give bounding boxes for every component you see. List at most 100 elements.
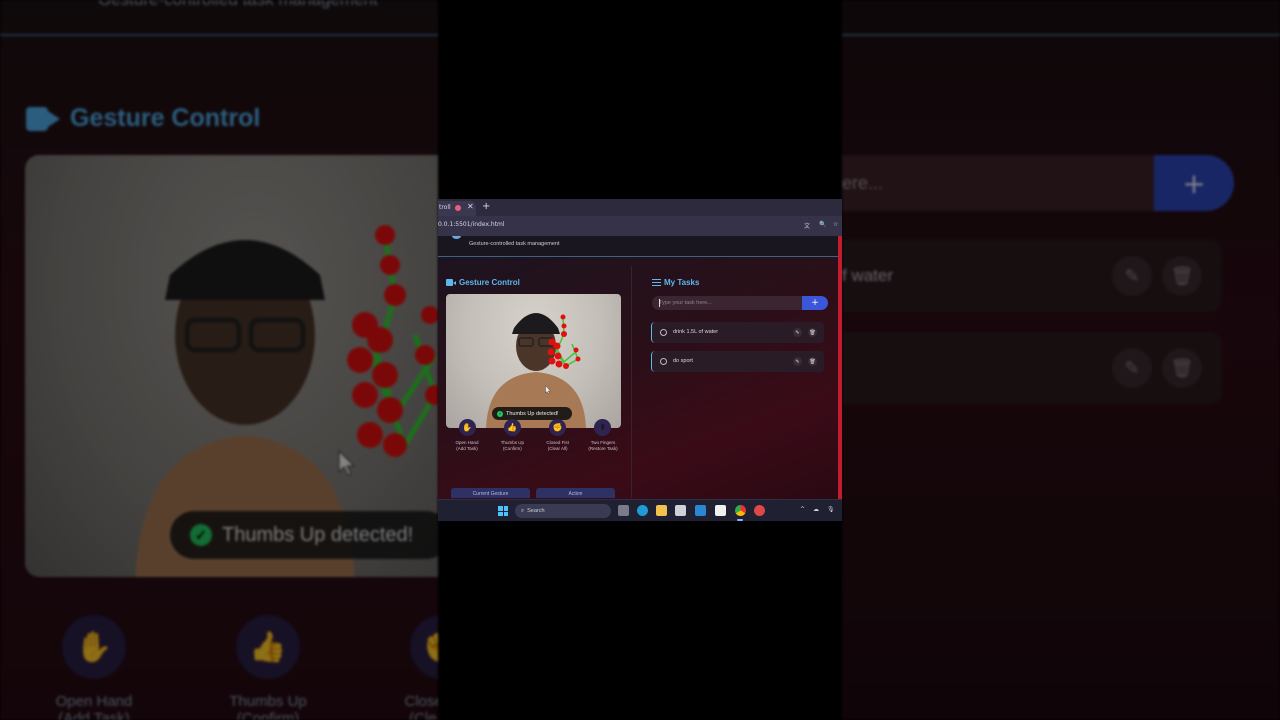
thumbs-up-icon: 👍 — [503, 419, 521, 436]
trash-icon[interactable]: 🗑 — [808, 357, 817, 366]
my-tasks-title-text: My Tasks — [664, 278, 700, 287]
action-panel: Action — [536, 488, 615, 498]
background-gesture-legend: ✋ Open Hand (Add Task) 👍 Thumbs Up (Conf… — [30, 615, 438, 720]
new-tab-button[interactable]: + — [482, 201, 490, 212]
tab-strip: troll ✕ + — [438, 199, 842, 216]
background-section-title: Gesture Control — [26, 104, 260, 133]
gesture-label: Open Hand (Add Task) — [455, 440, 478, 452]
browser-window: troll ✕ + 0.0.1:5501/index.html 文 🔍 ☆ Ge… — [438, 199, 842, 521]
gesture-label: Two Fingers (Restore Task) — [588, 440, 617, 452]
onedrive-cloud-icon[interactable]: ☁ — [813, 506, 819, 513]
task-input-placeholder: Type your task here... — [659, 300, 712, 306]
translate-icon[interactable]: 文 — [804, 221, 812, 230]
address-bar[interactable]: 0.0.1:5501/index.html 文 🔍 ☆ — [438, 216, 842, 236]
trash-icon: 🗑 — [1162, 256, 1202, 296]
vscode-icon[interactable] — [695, 505, 706, 516]
running-indicator — [737, 519, 743, 521]
task-input[interactable]: Type your task here... — [652, 296, 802, 310]
background-task-item: ✎ 🗑 — [842, 332, 1222, 404]
notion-icon[interactable] — [715, 505, 726, 516]
microphone-icon[interactable]: 🎙 — [827, 506, 835, 513]
task-actions: ✎ 🗑 — [793, 328, 817, 337]
background-add-button: + — [1154, 155, 1234, 211]
file-explorer-icon[interactable] — [656, 505, 667, 516]
gesture-action: (Clear All) — [409, 710, 438, 720]
recorder-icon[interactable] — [754, 505, 765, 516]
closed-fist-icon: ✊ — [410, 615, 438, 679]
video-camera-icon — [26, 106, 60, 131]
gesture-control-title-text: Gesture Control — [459, 278, 520, 287]
background-gesture-open-hand: ✋ Open Hand (Add Task) — [30, 615, 158, 720]
background-zoom-left: Gesture-controlled task management Gestu… — [0, 0, 438, 720]
pencil-icon[interactable]: ✎ — [793, 357, 802, 366]
windows-start-icon[interactable] — [498, 506, 508, 516]
tray-chevron-icon[interactable]: ^ — [800, 506, 805, 513]
pencil-icon[interactable]: ✎ — [793, 328, 802, 337]
background-section-title-text: Gesture Control — [70, 104, 261, 132]
webcam-feed: ✓ Thumbs Up detected! — [446, 294, 621, 428]
background-toast-text: Thumbs Up detected! — [222, 523, 414, 546]
hand-landmark-overlay — [347, 225, 438, 457]
window-edge — [838, 236, 842, 499]
task-item[interactable]: drink 1.5L of water ✎ 🗑 — [651, 322, 824, 343]
background-task-actions: ✎ 🗑 — [1112, 348, 1202, 388]
app-header: Gesture-controlled task management — [438, 236, 838, 257]
trash-icon[interactable]: 🗑 — [808, 328, 817, 337]
taskbar-search[interactable]: ⌕ Search — [515, 504, 611, 518]
gesture-label: Thumbs Up (Confirm) — [501, 440, 524, 452]
edge-browser-icon[interactable] — [637, 505, 648, 516]
bookmark-star-icon[interactable]: ☆ — [833, 221, 841, 229]
closed-fist-icon: ✊ — [549, 419, 567, 436]
background-task-actions: ✎ 🗑 — [1112, 256, 1202, 296]
gesture-label: Closed Fist (Clear All) — [546, 440, 569, 452]
zoom-icon[interactable]: 🔍 — [819, 221, 827, 229]
browser-tab[interactable]: troll ✕ — [438, 201, 476, 216]
add-task-button[interactable]: + — [802, 296, 828, 310]
status-panel: Current Gesture Action — [451, 488, 615, 498]
gesture-action: (Confirm) — [502, 446, 522, 451]
text-caret — [659, 299, 660, 307]
app-page: Gesture-controlled task management Gestu… — [438, 236, 838, 499]
background-header-divider — [0, 34, 438, 36]
task-actions: ✎ 🗑 — [793, 357, 817, 366]
video-frame: Gesture-controlled task management Gestu… — [0, 0, 1280, 720]
gesture-action: (Restore Task) — [588, 446, 618, 451]
background-gesture-closed-fist: ✊ Closed Fist (Clear All) — [378, 615, 438, 720]
column-divider — [631, 266, 632, 498]
gesture-name: Open Hand — [55, 693, 133, 710]
pencil-icon: ✎ — [1112, 256, 1152, 296]
background-header-divider — [842, 34, 1280, 36]
taskbar-search-label: Search — [527, 508, 545, 514]
current-gesture-panel: Current Gesture — [451, 488, 530, 498]
two-fingers-icon: ✌ — [594, 419, 612, 436]
background-subtitle: Gesture-controlled task management — [98, 0, 378, 10]
check-circle-icon: ✓ — [190, 524, 212, 546]
thumbs-up-icon: 👍 — [236, 615, 300, 679]
gesture-action: (Confirm) — [236, 710, 300, 720]
mouse-cursor-icon — [338, 450, 356, 476]
background-detection-toast: ✓ Thumbs Up detected! — [170, 511, 438, 559]
pencil-icon: ✎ — [1112, 348, 1152, 388]
gesture-control-title: Gesture Control — [446, 278, 520, 287]
open-hand-icon: ✋ — [458, 419, 476, 436]
video-camera-icon — [446, 279, 456, 286]
open-hand-icon: ✋ — [62, 615, 126, 679]
gesture-legend: ✋ Open Hand (Add Task) 👍 Thumbs Up (Conf… — [446, 419, 624, 452]
recording-icon — [455, 205, 461, 211]
check-circle-icon: ✓ — [497, 410, 503, 417]
url-text[interactable]: 0.0.1:5501/index.html — [438, 221, 505, 228]
task-view-icon[interactable] — [618, 505, 629, 516]
task-text: do sport — [673, 358, 693, 364]
gesture-action: (Add Task) — [456, 446, 478, 451]
task-item[interactable]: do sport ✎ 🗑 — [651, 351, 824, 372]
task-checkbox[interactable] — [660, 358, 667, 365]
gesture-name: Closed Fist — [404, 693, 438, 710]
gesture-closed-fist: ✊ Closed Fist (Clear All) — [537, 419, 579, 452]
app-subtitle: Gesture-controlled task management — [469, 241, 560, 247]
my-tasks-title: My Tasks — [652, 278, 699, 287]
mail-icon[interactable] — [675, 505, 686, 516]
task-checkbox[interactable] — [660, 329, 667, 336]
close-icon[interactable]: ✕ — [467, 202, 474, 211]
chrome-icon[interactable] — [735, 505, 746, 516]
app-logo — [452, 236, 461, 239]
